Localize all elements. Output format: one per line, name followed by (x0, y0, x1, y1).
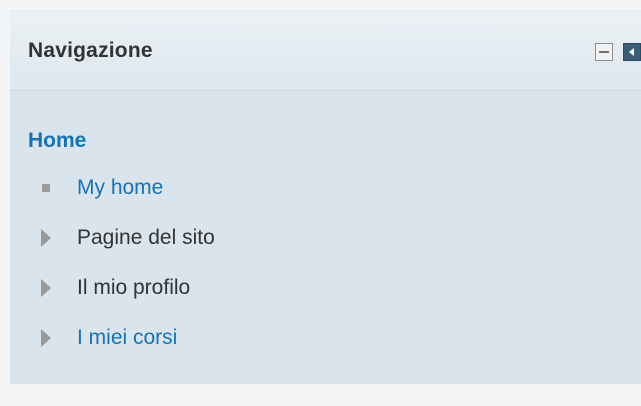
nav-item-label[interactable]: I miei corsi (77, 326, 177, 350)
home-link[interactable]: Home (28, 129, 86, 153)
nav-item-il-mio-profilo[interactable]: Il mio profilo (38, 274, 190, 302)
square-bullet-icon (38, 180, 54, 196)
page: Navigazione Home My home Pagine del sito (0, 0, 641, 406)
nav-item-label[interactable]: My home (77, 176, 163, 200)
minimize-icon[interactable] (595, 43, 613, 61)
expand-arrow-icon[interactable] (38, 229, 54, 247)
dock-left-icon[interactable] (623, 43, 641, 61)
block-title: Navigazione (28, 39, 153, 62)
nav-item-my-home[interactable]: My home (38, 174, 163, 202)
nav-item-pagine-del-sito[interactable]: Pagine del sito (38, 224, 215, 252)
navigation-block: Navigazione Home My home Pagine del sito (10, 10, 641, 384)
block-controls (595, 43, 641, 61)
nav-item-i-miei-corsi[interactable]: I miei corsi (38, 324, 177, 352)
expand-arrow-icon[interactable] (38, 329, 54, 347)
nav-item-label[interactable]: Il mio profilo (77, 276, 190, 300)
block-header: Navigazione (10, 11, 641, 91)
expand-arrow-icon[interactable] (38, 279, 54, 297)
nav-item-label[interactable]: Pagine del sito (77, 226, 215, 250)
